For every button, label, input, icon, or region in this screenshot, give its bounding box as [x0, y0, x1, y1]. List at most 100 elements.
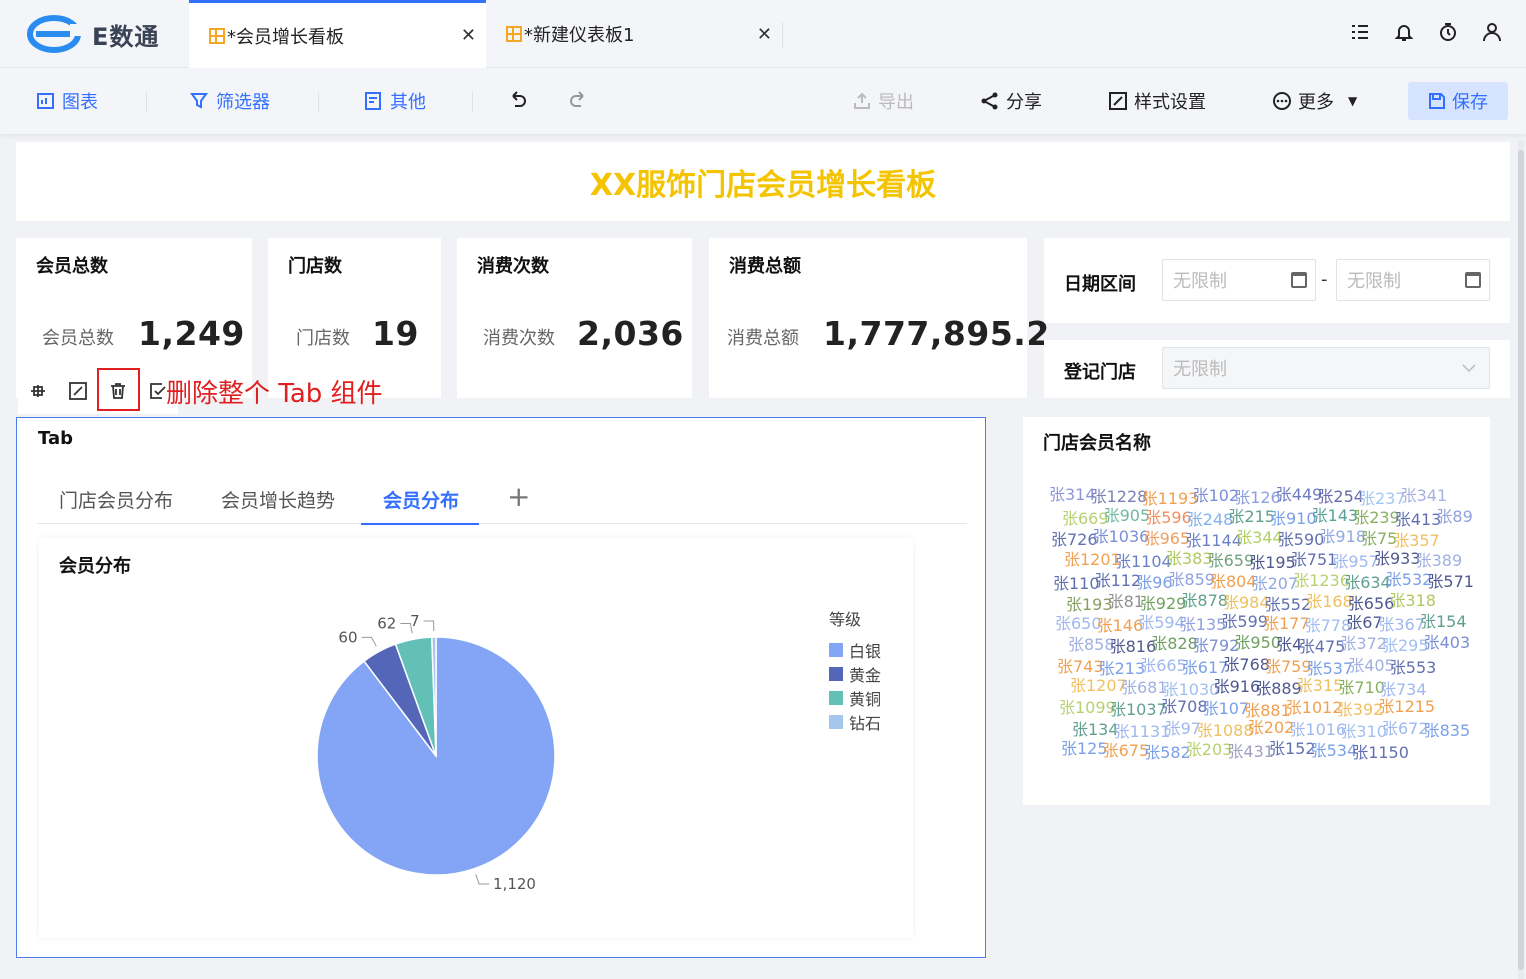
filter-button-label: 筛选器 [216, 92, 270, 113]
kpi-title: 消费次数 [477, 256, 549, 277]
word-cloud-item[interactable]: 张665 [1140, 652, 1187, 676]
brush-icon [1109, 92, 1127, 110]
more-icon [1273, 92, 1291, 110]
word-cloud-item[interactable]: 张1215 [1378, 693, 1435, 717]
store-select-placeholder: 无限制 [1173, 359, 1227, 380]
tab-component-title: Tab [38, 428, 73, 449]
legend-label: 白银 [849, 642, 882, 661]
pie-leader-line [475, 874, 490, 885]
word-cloud-item[interactable]: 张315 [1297, 672, 1344, 696]
caret-down-icon: ▼ [1348, 94, 1358, 108]
kpi-card-revenue[interactable]: 消费总额 消费总额 1,777,895.2 [709, 238, 1049, 398]
share-button[interactable]: 分享 [980, 88, 1042, 114]
scrollbar-thumb[interactable] [1518, 150, 1524, 970]
word-cloud-item[interactable]: 张344 [1236, 524, 1283, 548]
word-cloud-item[interactable]: 张1036 [1093, 523, 1150, 547]
word-cloud-item[interactable]: 张107 [1203, 695, 1250, 719]
word-cloud-item[interactable]: 张672 [1382, 715, 1429, 739]
toolbar-divider [318, 92, 319, 112]
word-cloud-item[interactable]: 张89 [1436, 503, 1472, 527]
legend-title: 等级 [829, 610, 862, 629]
member-distribution-chart[interactable]: 会员分布 1,120 60 62 7 等级 白银 黄金 黄铜 钻石 [39, 538, 913, 938]
tab-member-growth[interactable]: *会员增长看板 ✕ [189, 0, 486, 68]
move-button[interactable] [18, 371, 58, 411]
date-range-label: 日期区间 [1064, 274, 1136, 295]
close-icon[interactable]: ✕ [461, 25, 476, 46]
word-cloud-item[interactable]: 张553 [1390, 654, 1437, 678]
checklist-icon [150, 383, 166, 399]
legend-item[interactable]: 钻石 [829, 710, 881, 734]
tab-member-distribution[interactable]: 会员分布 [383, 486, 459, 513]
word-cloud-item[interactable]: 张835 [1424, 717, 1471, 741]
store-filter-label: 登记门店 [1064, 362, 1136, 383]
pie-data-label: 7 [410, 612, 420, 630]
undo-button[interactable] [508, 88, 528, 108]
undo-icon [512, 91, 526, 107]
list-icon[interactable] [1350, 22, 1370, 42]
tab-label: *新建仪表板1 [524, 25, 635, 46]
legend-label: 黄铜 [849, 690, 882, 709]
brush-icon [69, 382, 87, 400]
word-cloud-item[interactable]: 张582 [1144, 739, 1191, 763]
dashboard-title-card[interactable]: XX服饰门店会员增长看板 [16, 142, 1510, 221]
more-button[interactable]: 更多 ▼ [1272, 88, 1357, 114]
logo-icon [27, 15, 84, 53]
style-button[interactable] [58, 371, 98, 411]
word-cloud-item[interactable]: 张1150 [1352, 739, 1409, 763]
bell-icon[interactable] [1394, 22, 1414, 42]
chart-add-icon [37, 93, 54, 109]
save-icon [1429, 93, 1445, 109]
word-cloud-item[interactable]: 张1207 [1070, 672, 1127, 696]
word-cloud-item[interactable]: 张916 [1214, 673, 1261, 697]
legend-item[interactable]: 黄金 [829, 662, 881, 686]
store-member-names-card[interactable]: 门店会员名称 张314 张1228 张1193 张102 张126 张449 张254 张23… [1023, 417, 1490, 805]
kpi-card-transactions[interactable]: 消费次数 消费次数 2,036 [457, 238, 692, 398]
word-cloud-item[interactable]: 张405 [1348, 652, 1395, 676]
legend-item[interactable]: 黄铜 [829, 686, 881, 710]
legend-item[interactable]: 白银 [829, 638, 881, 662]
word-cloud-item[interactable]: 张314 [1049, 481, 1096, 505]
word-cloud-item[interactable]: 张125 [1061, 735, 1108, 759]
top-tab-bar: E数通 *会员增长看板 ✕ *新建仪表板1 ✕ [0, 0, 1526, 68]
chart-button[interactable]: 图表 [36, 88, 98, 114]
word-cloud-item[interactable]: 张768 [1223, 651, 1270, 675]
tab-new-dashboard[interactable]: *新建仪表板1 ✕ [486, 0, 782, 68]
word-cloud-item[interactable]: 张534 [1311, 737, 1358, 761]
top-right-icons [1350, 22, 1502, 42]
date-start-input[interactable]: 无限制 [1162, 259, 1316, 301]
export-button[interactable]: 导出 [852, 88, 914, 114]
dashboard-title: XX服饰门店会员增长看板 [589, 167, 937, 203]
add-tab-icon[interactable]: + [507, 480, 530, 513]
word-cloud-item[interactable]: 张152 [1269, 735, 1316, 759]
filter-button[interactable]: 筛选器 [190, 88, 270, 114]
word-cloud-item[interactable]: 张918 [1319, 523, 1366, 547]
redo-button[interactable] [568, 88, 588, 108]
chart-button-label: 图表 [62, 92, 98, 113]
word-cloud-item[interactable]: 张675 [1103, 737, 1150, 761]
close-icon[interactable]: ✕ [757, 24, 772, 45]
word-cloud-item[interactable]: 张708 [1161, 693, 1208, 717]
kpi-title: 会员总数 [36, 256, 108, 277]
tab-component[interactable]: Tab 门店会员分布 会员增长趋势 会员分布 + 会员分布 1,120 60 62 7… [16, 417, 986, 958]
user-icon[interactable] [1482, 22, 1502, 42]
word-cloud-item[interactable]: 张203 [1186, 736, 1233, 760]
app-logo[interactable]: E数通 [26, 14, 159, 54]
date-end-input[interactable]: 无限制 [1336, 259, 1490, 301]
kpi-label: 消费总额 [727, 328, 799, 349]
save-button[interactable]: 保存 [1408, 82, 1508, 120]
pie-data-label: 1,120 [493, 875, 536, 893]
timer-icon[interactable] [1438, 22, 1458, 42]
other-button[interactable]: 其他 [364, 88, 426, 114]
kpi-value: 19 [372, 314, 419, 353]
style-settings-button[interactable]: 样式设置 [1108, 88, 1206, 114]
word-cloud-item[interactable]: 张1099 [1059, 694, 1116, 718]
store-select[interactable]: 无限制 [1162, 347, 1490, 389]
word-cloud-item[interactable]: 张431 [1227, 738, 1274, 762]
word-cloud-item[interactable]: 张403 [1424, 629, 1471, 653]
legend-swatch [829, 643, 843, 657]
tab-store-member-distribution[interactable]: 门店会员分布 [59, 486, 173, 513]
save-button-label: 保存 [1452, 92, 1488, 113]
tab-member-growth-trend[interactable]: 会员增长趋势 [221, 486, 335, 513]
active-tab-indicator [361, 523, 479, 525]
calendar-icon [1291, 272, 1307, 288]
